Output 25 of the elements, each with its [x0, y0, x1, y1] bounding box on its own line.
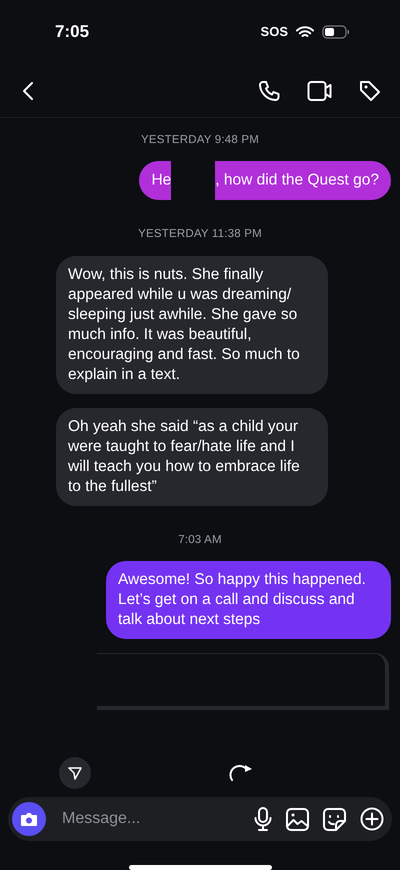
timestamp: YESTERDAY 11:38 PM [138, 227, 262, 242]
battery-icon [322, 25, 350, 39]
add-icon[interactable] [360, 807, 384, 831]
timestamp: YESTERDAY 9:48 PM [140, 133, 260, 148]
message-field[interactable]: Message... [8, 797, 392, 841]
message-input[interactable]: Message... [60, 806, 240, 832]
sos-label: SOS [260, 23, 288, 42]
video-camera-icon[interactable] [307, 80, 333, 102]
tag-icon[interactable] [358, 78, 382, 102]
message-bubble: Oh yeah she said “as a child your were taught to fear/hate life and I will teach you how to embrace life to the fullest” [56, 408, 328, 506]
wifi-icon [296, 26, 314, 38]
message-bubble: Awesome! So happy this happened. Let’s get on a call and discuss and talk about next steps [106, 560, 391, 639]
camera-button[interactable] [12, 802, 46, 836]
message-bubble: Wow, this is nuts. She finally appeared while u was dreaming/ sleeping just awhile. She gave so much info. It was beautiful, encouraging and fast. So much to explain in a text. [56, 256, 328, 394]
send-button[interactable] [59, 757, 91, 789]
camera-icon [20, 812, 38, 826]
timestamp: 7:03 AM [178, 532, 222, 548]
back-icon[interactable] [22, 80, 34, 100]
microphone-icon[interactable] [254, 807, 272, 831]
phone-icon[interactable] [258, 78, 282, 102]
image-icon[interactable] [286, 808, 309, 830]
status-time: 7:05 [55, 21, 90, 44]
message-bubble: He , how did the Quest go? [139, 161, 391, 200]
sticker-icon[interactable] [323, 808, 346, 830]
send-icon [68, 766, 82, 780]
